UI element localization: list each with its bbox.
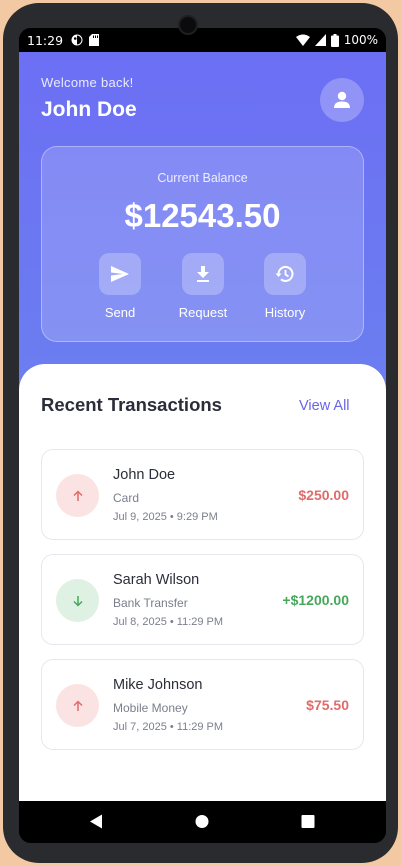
transaction-method: Mobile Money [113, 701, 188, 715]
transactions-sheet: Recent Transactions View All John Doe Ca… [19, 364, 386, 801]
transaction-method: Card [113, 491, 140, 505]
wallet-app: Welcome back! John Doe Current Balance $… [19, 52, 386, 801]
welcome-text: Welcome back! [41, 75, 134, 90]
transaction-amount: $75.50 [306, 697, 349, 713]
transaction-date: Jul 7, 2025 • 11:29 PM [113, 721, 224, 733]
arrow-up-icon [72, 489, 83, 501]
sd-card-icon [89, 34, 100, 46]
balance-label: Current Balance [157, 171, 248, 185]
transaction-name: John Doe [113, 467, 176, 483]
transaction-date: Jul 8, 2025 • 11:29 PM [113, 616, 224, 628]
send-label: Send [104, 305, 136, 320]
request-button[interactable] [182, 253, 224, 295]
user-name: John Doe [41, 98, 137, 121]
request-label: Request [178, 305, 228, 320]
home-icon[interactable] [195, 814, 209, 829]
front-camera [178, 15, 198, 35]
notification-icon [71, 34, 83, 46]
section-title: Recent Transactions [41, 394, 222, 415]
screen: 11:29 100% Welcome back! John Doe Curren… [19, 28, 386, 843]
quick-actions: Send Request History [42, 253, 363, 323]
balance-card: Current Balance $12543.50 Send Request H… [41, 146, 364, 342]
transaction-row[interactable]: John Doe Card Jul 9, 2025 • 9:29 PM $250… [41, 449, 364, 540]
incoming-badge [56, 579, 99, 622]
status-bar: 11:29 100% [19, 28, 386, 52]
transaction-name: Sarah Wilson [113, 572, 200, 588]
system-nav-bar [19, 801, 386, 843]
history-icon [275, 265, 294, 282]
transaction-row[interactable]: Mike Johnson Mobile Money Jul 7, 2025 • … [41, 659, 364, 750]
recent-apps-icon[interactable] [301, 814, 315, 829]
profile-avatar-button[interactable] [320, 78, 364, 122]
transaction-row[interactable]: Sarah Wilson Bank Transfer Jul 8, 2025 •… [41, 554, 364, 645]
history-button[interactable] [264, 253, 306, 295]
status-time: 11:29 [27, 32, 64, 48]
download-icon [197, 266, 209, 282]
transaction-method: Bank Transfer [113, 596, 188, 610]
send-button[interactable] [99, 253, 141, 295]
signal-icon [314, 34, 326, 46]
transaction-amount: +$1200.00 [282, 592, 349, 608]
back-icon[interactable] [89, 814, 103, 829]
transaction-name: Mike Johnson [113, 677, 203, 693]
send-action[interactable]: Send [85, 253, 155, 320]
transaction-date: Jul 9, 2025 • 9:29 PM [113, 511, 218, 523]
phone-frame: 11:29 100% Welcome back! John Doe Curren… [3, 3, 398, 863]
wifi-icon [295, 34, 310, 46]
outgoing-badge [56, 474, 99, 517]
arrow-down-icon [72, 595, 83, 607]
battery-level: 100% [343, 33, 378, 47]
balance-amount: $12543.50 [124, 197, 281, 234]
request-action[interactable]: Request [168, 253, 238, 320]
send-icon [111, 266, 129, 282]
arrow-up-icon [72, 699, 83, 711]
outgoing-badge [56, 684, 99, 727]
battery-icon [330, 33, 339, 47]
history-action[interactable]: History [250, 253, 320, 320]
history-label: History [264, 305, 306, 320]
person-icon [334, 91, 350, 108]
transaction-amount: $250.00 [298, 487, 349, 503]
view-all-link[interactable]: View All [299, 398, 350, 414]
